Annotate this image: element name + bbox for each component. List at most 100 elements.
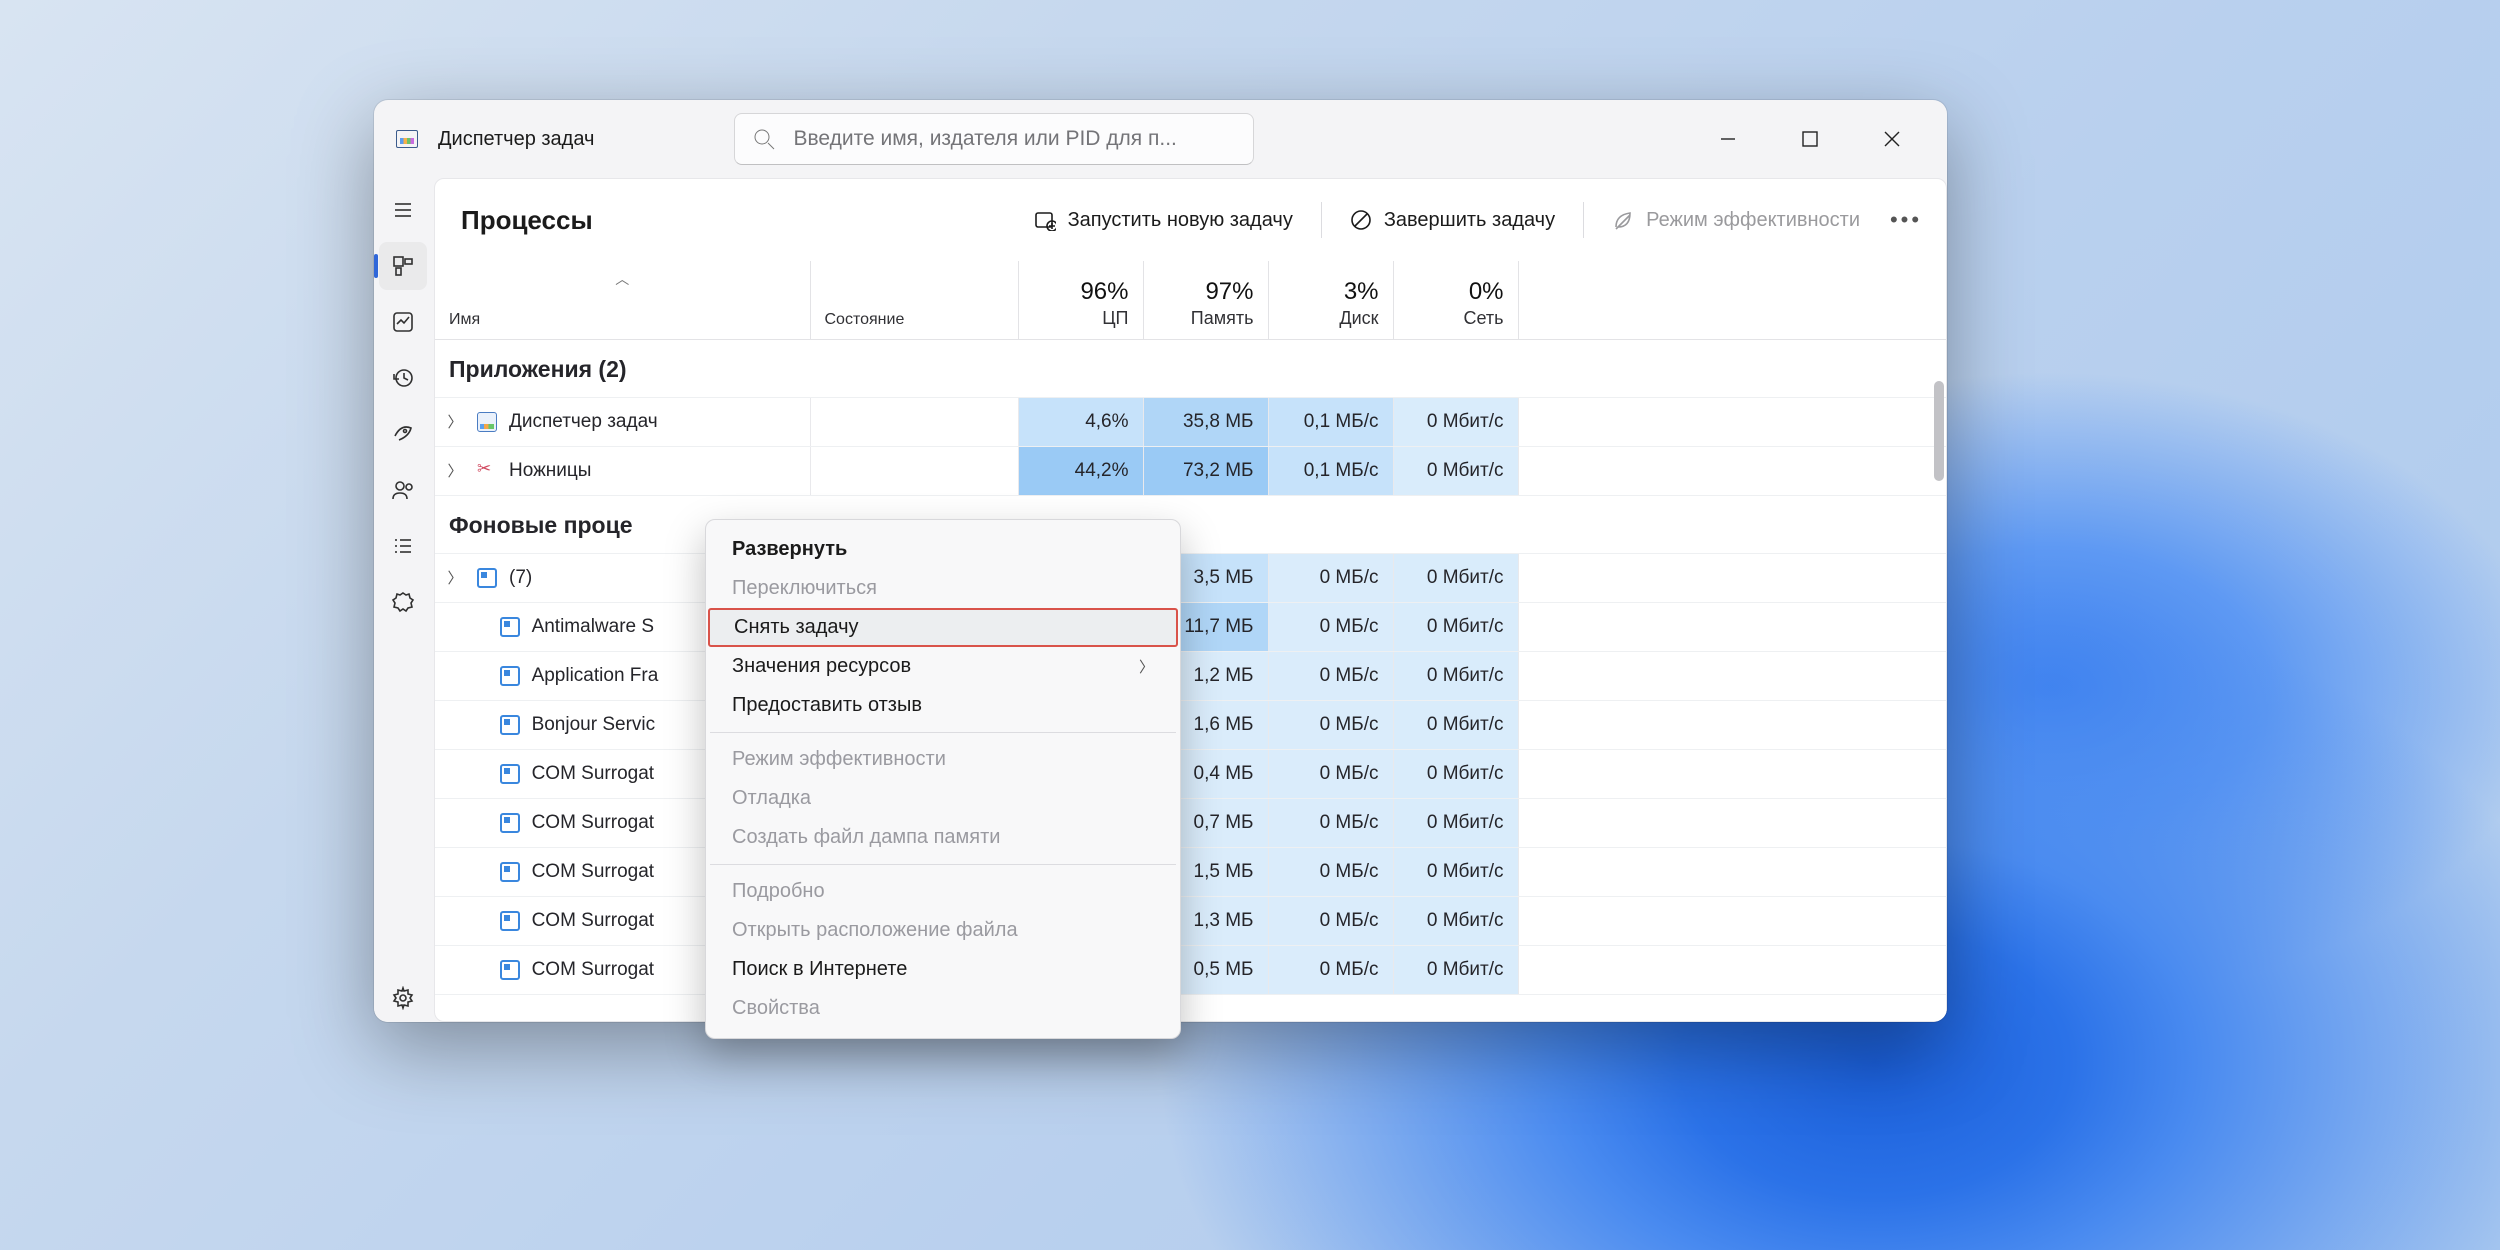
chevron-right-icon[interactable]: 〉 [445,567,465,588]
ctx-details: Подробно [706,872,1180,911]
process-icon [500,715,520,735]
net-cell: 0 Мбит/с [1393,446,1518,495]
end-task-button[interactable]: Завершить задачу [1330,197,1575,243]
nav-history[interactable] [379,354,427,402]
nav-settings[interactable] [379,974,427,1022]
net-cell: 0 Мбит/с [1393,651,1518,700]
chevron-right-icon[interactable]: 〉 [445,460,465,481]
net-cell: 0 Мбит/с [1393,602,1518,651]
minimize-button[interactable] [1687,116,1769,162]
col-memory[interactable]: 97%Память [1143,261,1268,339]
nav-processes[interactable] [379,242,427,290]
process-row[interactable]: 〉Диспетчер задач 4,6% 35,8 МБ 0,1 МБ/с 0… [435,397,1946,446]
net-cell: 0 Мбит/с [1393,397,1518,446]
ctx-separator [710,732,1176,733]
net-cell: 0 Мбит/с [1393,553,1518,602]
ctx-open-location: Открыть расположение файла [706,911,1180,950]
window-controls [1687,116,1933,162]
efficiency-mode-button[interactable]: Режим эффективности [1592,197,1880,243]
content-pane: Процессы Запустить новую задачу Завершит… [434,178,1947,1022]
maximize-button[interactable] [1769,116,1851,162]
nav-performance[interactable] [379,298,427,346]
process-row[interactable]: COM Surrogat 0% 0,5 МБ 0 МБ/с 0 Мбит/с [435,945,1946,994]
process-row[interactable]: 〉Ножницы 44,2% 73,2 МБ 0,1 МБ/с 0 Мбит/с [435,446,1946,495]
disk-cell: 0 МБ/с [1268,651,1393,700]
net-cell: 0 Мбит/с [1393,700,1518,749]
content-toolbar: Процессы Запустить новую задачу Завершит… [435,179,1946,261]
disk-cell: 0,1 МБ/с [1268,397,1393,446]
process-icon [500,911,520,931]
more-button[interactable]: ••• [1884,207,1928,233]
process-name: COM Surrogat [532,861,654,883]
context-menu: Развернуть Переключиться Снять задачу Зн… [705,519,1181,1039]
disk-cell: 0 МБ/с [1268,798,1393,847]
chevron-right-icon[interactable]: 〉 [445,411,465,432]
process-row[interactable]: COM Surrogat % 1,3 МБ 0 МБ/с 0 Мбит/с [435,896,1946,945]
group-apps: Приложения (2) [435,339,1946,397]
close-button[interactable] [1851,116,1933,162]
process-name: COM Surrogat [532,959,654,981]
disk-cell: 0 МБ/с [1268,553,1393,602]
col-state[interactable]: Состояние [810,261,1018,339]
process-row[interactable]: Antimalware S % 11,7 МБ 0 МБ/с 0 Мбит/с [435,602,1946,651]
net-cell: 0 Мбит/с [1393,749,1518,798]
search-input[interactable]: Введите имя, издателя или PID для п... [734,113,1254,165]
process-name: COM Surrogat [532,763,654,785]
ctx-feedback[interactable]: Предоставить отзыв [706,686,1180,725]
disk-cell: 0,1 МБ/с [1268,446,1393,495]
col-network[interactable]: 0%Сеть [1393,261,1518,339]
ctx-resource-values[interactable]: Значения ресурсов〉 [706,647,1180,686]
nav-services[interactable] [379,578,427,626]
search-placeholder: Введите имя, издателя или PID для п... [793,127,1176,151]
nav-users[interactable] [379,466,427,514]
net-cell: 0 Мбит/с [1393,896,1518,945]
process-name: (7) [509,567,532,589]
divider [1583,202,1584,238]
scrollbar[interactable] [1934,381,1944,481]
process-row[interactable]: COM Surrogat % 0,7 МБ 0 МБ/с 0 Мбит/с [435,798,1946,847]
ctx-expand[interactable]: Развернуть [706,530,1180,569]
process-name: Antimalware S [532,616,655,638]
col-cpu[interactable]: 96%ЦП [1018,261,1143,339]
nav-rail [374,178,432,1022]
run-task-icon [1034,209,1056,231]
net-cell: 0 Мбит/с [1393,847,1518,896]
col-disk[interactable]: 3%Диск [1268,261,1393,339]
ctx-switch-to: Переключиться [706,569,1180,608]
page-heading: Процессы [461,205,593,236]
process-table: ︿Имя Состояние 96%ЦП 97%Память 3%Диск 0%… [435,261,1946,1021]
ctx-properties: Свойства [706,989,1180,1028]
ctx-end-task[interactable]: Снять задачу [708,608,1178,647]
disk-cell: 0 МБ/с [1268,896,1393,945]
nav-hamburger[interactable] [379,186,427,234]
end-task-icon [1350,209,1372,231]
titlebar: Диспетчер задач Введите имя, издателя ил… [374,100,1947,178]
ctx-efficiency: Режим эффективности [706,740,1180,779]
nav-details[interactable] [379,522,427,570]
ctx-separator [710,864,1176,865]
net-cell: 0 Мбит/с [1393,945,1518,994]
nav-startup[interactable] [379,410,427,458]
run-new-task-button[interactable]: Запустить новую задачу [1014,197,1313,243]
process-row[interactable]: Application Fra % 1,2 МБ 0 МБ/с 0 Мбит/с [435,651,1946,700]
process-row[interactable]: COM Surrogat % 1,5 МБ 0 МБ/с 0 Мбит/с [435,847,1946,896]
divider [1321,202,1322,238]
disk-cell: 0 МБ/с [1268,602,1393,651]
disk-cell: 0 МБ/с [1268,700,1393,749]
header-row: ︿Имя Состояние 96%ЦП 97%Память 3%Диск 0%… [435,261,1946,339]
search-icon [753,128,775,150]
process-icon [477,461,497,481]
sort-indicator-icon: ︿ [615,269,629,289]
disk-cell: 0 МБ/с [1268,847,1393,896]
col-name[interactable]: ︿Имя [435,261,810,339]
process-row[interactable]: COM Surrogat % 0,4 МБ 0 МБ/с 0 Мбит/с [435,749,1946,798]
window-title: Диспетчер задач [438,128,594,151]
process-icon [500,617,520,637]
process-row[interactable]: 〉(7) % 3,5 МБ 0 МБ/с 0 Мбит/с [435,553,1946,602]
process-row[interactable]: Bonjour Servic % 1,6 МБ 0 МБ/с 0 Мбит/с [435,700,1946,749]
ctx-search-online[interactable]: Поиск в Интернете [706,950,1180,989]
process-icon [500,960,520,980]
process-name: COM Surrogat [532,910,654,932]
mem-cell: 35,8 МБ [1143,397,1268,446]
app-icon [396,130,418,148]
